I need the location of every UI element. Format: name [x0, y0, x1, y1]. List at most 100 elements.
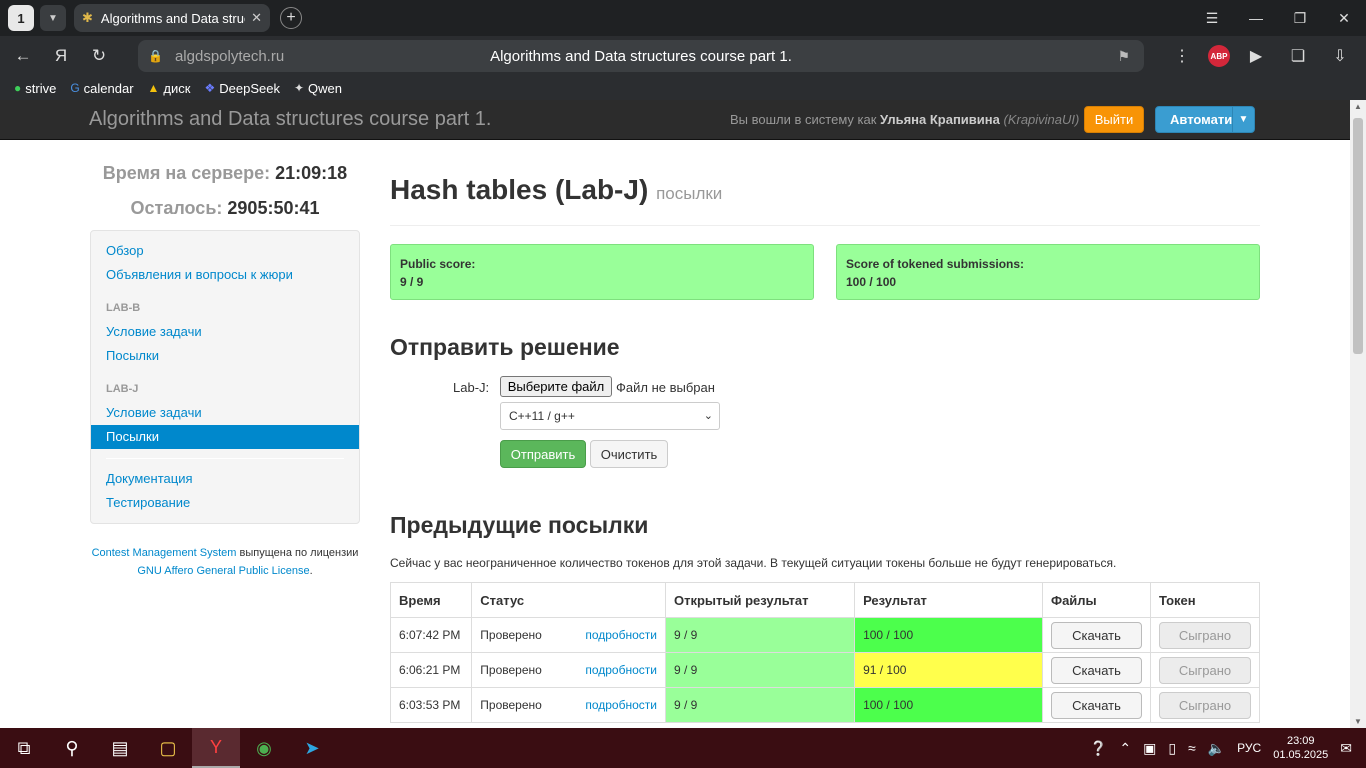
- bookmark-calendar[interactable]: Gcalendar: [70, 81, 133, 96]
- row-files: Скачать: [1041, 652, 1151, 688]
- collections-icon[interactable]: ❏: [1282, 40, 1314, 72]
- back-icon[interactable]: ←: [8, 41, 38, 71]
- clear-button[interactable]: Очистить: [590, 440, 668, 468]
- tab-count-button[interactable]: 1: [8, 5, 34, 31]
- sidebar-item-overview[interactable]: Обзор: [106, 243, 144, 258]
- sidebar-item-lab-b-statement[interactable]: Условие задачи: [106, 324, 202, 339]
- close-window-icon[interactable]: ✕: [1322, 0, 1366, 36]
- media-icon[interactable]: ▶: [1240, 40, 1272, 72]
- address-bar: ← Я ↻ 🔒 algdspolytech.ru Algorithms and …: [0, 36, 1366, 76]
- clock[interactable]: 23:09 01.05.2025: [1273, 734, 1328, 762]
- close-tab-icon[interactable]: ✕: [251, 10, 262, 26]
- windows-start-icon[interactable]: ⧉: [0, 728, 48, 768]
- search-icon[interactable]: ⚲: [48, 728, 96, 768]
- page-subtitle: посылки: [656, 184, 723, 203]
- camera-icon[interactable]: ▣: [1143, 740, 1156, 757]
- tokens-info: Сейчас у вас неограниченное количество т…: [390, 556, 1117, 570]
- volume-icon[interactable]: 🔈: [1208, 740, 1225, 757]
- chrome-icon[interactable]: ◉: [240, 728, 288, 768]
- cms-link[interactable]: Contest Management System: [92, 547, 237, 559]
- url-input[interactable]: 🔒 algdspolytech.ru Algorithms and Data s…: [138, 40, 1144, 72]
- sidebar-item-documentation[interactable]: Документация: [106, 471, 193, 486]
- bookmark-qwen[interactable]: ✦ Qwen: [294, 81, 342, 96]
- page-scrollbar[interactable]: ▲ ▼: [1350, 100, 1366, 728]
- details-link[interactable]: подробности: [585, 628, 657, 642]
- restore-icon[interactable]: ❐: [1278, 0, 1322, 36]
- bookmark-icon[interactable]: ⚑: [1117, 48, 1130, 65]
- col-files: Файлы: [1041, 582, 1151, 618]
- file-label: Lab-J:: [453, 380, 490, 395]
- submit-button[interactable]: Отправить: [500, 440, 586, 468]
- site-brand[interactable]: Algorithms and Data structures course pa…: [89, 108, 491, 131]
- file-explorer-icon[interactable]: ▢: [144, 728, 192, 768]
- logout-button[interactable]: Выйти: [1084, 106, 1144, 133]
- minimize-icon[interactable]: —: [1234, 0, 1278, 36]
- browser-tab[interactable]: ✱ Algorithms and Data structures course …: [74, 4, 270, 32]
- notifications-icon[interactable]: ✉: [1340, 740, 1352, 757]
- public-score-value: 9 / 9: [400, 275, 424, 289]
- bookmark-strive[interactable]: ● strive: [14, 81, 56, 96]
- download-icon[interactable]: ⇩: [1324, 40, 1356, 72]
- task-view-icon[interactable]: ▤: [96, 728, 144, 768]
- scroll-down-icon[interactable]: ▼: [1354, 717, 1362, 726]
- lock-icon[interactable]: 🔒: [148, 49, 163, 63]
- url-domain: algdspolytech.ru: [174, 47, 285, 65]
- server-time-value: 21:09:18: [275, 163, 348, 183]
- deepseek-icon: ❖: [204, 81, 216, 95]
- row-token: Сыграно: [1149, 687, 1261, 723]
- row-time: 6:07:42 PM: [389, 617, 473, 653]
- chevron-down-icon[interactable]: ▼: [1232, 107, 1254, 132]
- reload-icon[interactable]: ↻: [84, 41, 114, 71]
- download-button[interactable]: Скачать: [1050, 691, 1142, 719]
- col-time: Время: [389, 582, 473, 618]
- details-link[interactable]: подробности: [585, 698, 657, 712]
- sidebar-divider: [106, 458, 344, 459]
- telegram-icon[interactable]: ➤: [288, 728, 336, 768]
- public-score-box: Public score: 9 / 9: [390, 244, 814, 300]
- no-file-text: Файл не выбран: [616, 380, 715, 395]
- sidebar-item-lab-b-submissions[interactable]: Посылки: [106, 348, 159, 363]
- row-status: Проверено подробности: [471, 652, 666, 688]
- details-link[interactable]: подробности: [585, 663, 657, 677]
- scrollbar-thumb[interactable]: [1353, 118, 1363, 354]
- chevron-up-icon[interactable]: ⌃: [1119, 740, 1131, 757]
- scroll-up-icon[interactable]: ▲: [1354, 102, 1362, 111]
- sidebar-item-lab-j-submissions[interactable]: Посылки: [91, 425, 359, 449]
- row-time: 6:03:53 PM: [389, 687, 473, 723]
- sidebar-item-lab-j-statement[interactable]: Условие задачи: [106, 405, 202, 420]
- yandex-icon[interactable]: Я: [46, 41, 76, 71]
- table-header-row: Время Статус Открытый результат Результа…: [389, 582, 1261, 618]
- language-select[interactable]: C++11 / g++ ⌄: [500, 402, 720, 430]
- sidebar-item-announcements[interactable]: Объявления и вопросы к жюри: [106, 267, 293, 282]
- title-divider: [390, 225, 1260, 226]
- license-link[interactable]: GNU Affero General Public License: [137, 565, 309, 577]
- row-result: 100 / 100: [854, 687, 1043, 723]
- tab-list-icon[interactable]: ▼: [40, 5, 66, 31]
- adblock-icon[interactable]: ABP: [1208, 45, 1230, 67]
- bookmark-disk[interactable]: ▲ диск: [148, 81, 191, 96]
- menu-icon[interactable]: ☰: [1190, 0, 1234, 36]
- help-icon[interactable]: ❔: [1090, 740, 1107, 757]
- auto-dropdown-button[interactable]: Автомати ▼: [1155, 106, 1255, 133]
- submissions-table: Время Статус Открытый результат Результа…: [389, 582, 1261, 723]
- row-files: Скачать: [1041, 687, 1151, 723]
- row-time: 6:06:21 PM: [389, 652, 473, 688]
- page-title: Hash tables (Lab-J) посылки: [390, 174, 723, 205]
- row-result: 91 / 100: [854, 652, 1043, 688]
- col-status: Статус: [471, 582, 666, 618]
- qwen-icon: ✦: [293, 81, 305, 95]
- more-icon[interactable]: ⋮: [1166, 40, 1198, 72]
- download-button[interactable]: Скачать: [1050, 656, 1142, 684]
- new-tab-icon[interactable]: +: [280, 7, 302, 29]
- sidebar-item-testing[interactable]: Тестирование: [106, 495, 190, 510]
- language-indicator[interactable]: РУС: [1237, 741, 1261, 755]
- choose-file-button[interactable]: Выберите файл: [500, 376, 612, 397]
- windows-taskbar: ⧉ ⚲ ▤ ▢ Y ◉ ➤ ❔ ⌃ ▣ ▯ ≈ 🔈 РУС 23:09 01.0…: [0, 728, 1366, 768]
- bookmark-deepseek[interactable]: ❖ DeepSeek: [204, 81, 279, 96]
- table-row: 6:07:42 PM Проверено подробности 9 / 9 10…: [389, 617, 1261, 653]
- download-button[interactable]: Скачать: [1050, 621, 1142, 649]
- wifi-icon[interactable]: ≈: [1188, 740, 1196, 756]
- battery-icon[interactable]: ▯: [1168, 740, 1176, 757]
- yandex-browser-icon[interactable]: Y: [192, 728, 240, 768]
- server-time: Время на сервере: 21:09:18: [102, 163, 348, 183]
